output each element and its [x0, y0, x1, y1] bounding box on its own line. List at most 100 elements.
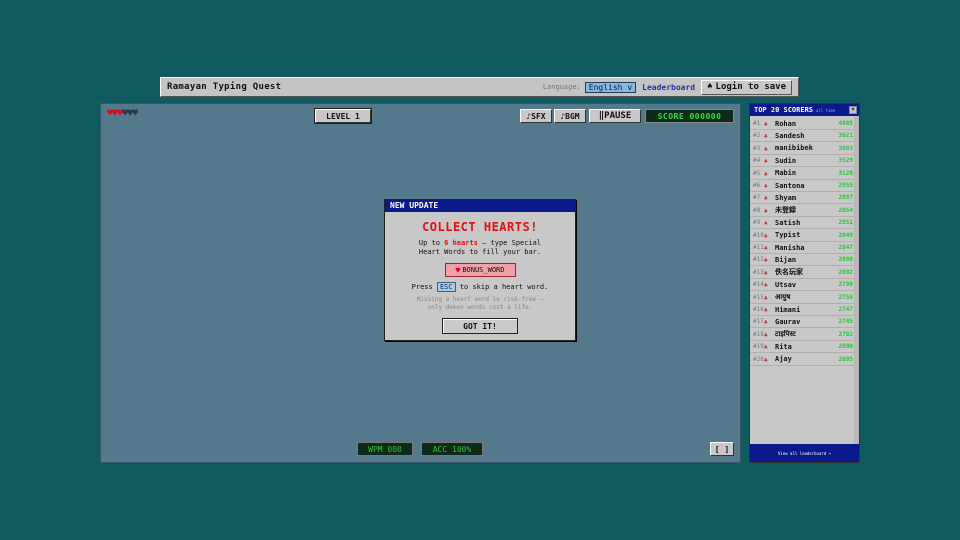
rank: #20: [753, 355, 764, 363]
rank: #17: [753, 318, 764, 326]
accuracy-display: ACC 100%: [421, 442, 483, 456]
player-score: 3621: [838, 132, 853, 140]
esc-suffix: to skip a heart word.: [459, 283, 549, 291]
leaderboard-panel: TOP 20 SCORERS all time × #1 ▲ Rohan 4085 #2…: [749, 103, 860, 463]
player-score: 2851: [838, 219, 853, 227]
flag-icon: ▲: [764, 256, 768, 264]
leaderboard-link[interactable]: Leaderboard: [642, 83, 695, 92]
top-bar: Ramayan Typing Quest Language: English v…: [160, 77, 799, 97]
update-modal: NEW UPDATE COLLECT HEARTS! Up to 6 heart…: [384, 199, 576, 341]
level-indicator: LEVEL 1: [315, 109, 371, 123]
fullscreen-button[interactable]: [ ]: [710, 442, 734, 456]
flag-icon: ▲: [764, 293, 768, 301]
leaderboard-row: #11 ▲ Manisha 2847: [750, 242, 855, 254]
flag-icon: ▲: [764, 206, 768, 214]
player-score: 2887: [838, 194, 853, 202]
sfx-button[interactable]: ♪SFX: [520, 109, 552, 123]
leaderboard-row: #8 ▲ 未登録 2854: [750, 205, 855, 217]
player-name: 未登録: [775, 206, 796, 215]
player-name: Mabin: [775, 169, 797, 178]
hearts-bar: ♥♥♥♥♥♥: [107, 108, 138, 119]
leaderboard-row: #16 ▲ Himani 2747: [750, 304, 855, 316]
leaderboard-row: #9 ▲ Satish 2851: [750, 217, 855, 230]
flag-icon: ▲: [764, 231, 768, 239]
player-score: 2702: [838, 330, 853, 338]
flag-icon: ▲: [764, 194, 768, 202]
got-it-button[interactable]: GOT IT!: [442, 318, 518, 334]
flag-icon: ▲: [764, 355, 768, 363]
player-score: 2685: [838, 355, 853, 363]
rank: #9: [753, 219, 761, 227]
rank: #11: [753, 244, 764, 251]
flag-icon: ▲: [764, 120, 768, 127]
player-score: 2849: [838, 231, 853, 239]
language-select[interactable]: English v: [584, 81, 637, 93]
app-title: Ramayan Typing Quest: [167, 82, 282, 92]
heart-icon: ♥: [132, 108, 138, 119]
rank: #14: [753, 281, 764, 289]
leaderboard-title: TOP 20 SCORERS: [754, 106, 814, 114]
rank: #1: [753, 120, 761, 127]
pause-button[interactable]: ‖PAUSE: [589, 109, 641, 123]
login-label: Login to save: [715, 82, 786, 92]
leaderboard-row: #17 ▲ Gaurav 2745: [750, 316, 855, 329]
player-score: 2790: [838, 281, 853, 289]
leaderboard-scrollbar[interactable]: [854, 116, 859, 446]
leaderboard-row: #13 ▲ 佚名玩家 2802: [750, 267, 855, 279]
player-score: 2690: [838, 343, 853, 351]
player-score: 3603: [838, 144, 853, 152]
player-name: टाइपिस्ट: [775, 329, 796, 338]
flag-icon: ▲: [764, 281, 768, 289]
player-name: Himani: [775, 305, 801, 314]
rank: #19: [753, 343, 764, 351]
language-value: English: [588, 82, 623, 92]
rank: #13: [753, 268, 764, 276]
leaderboard-row: #20 ▲ Ajay 2685: [750, 354, 855, 366]
rank: #2: [753, 132, 761, 140]
leaderboard-row: #14 ▲ Utsav 2790: [750, 279, 855, 292]
leaderboard-header: TOP 20 SCORERS all time ×: [750, 104, 859, 116]
flag-icon: ▲: [764, 157, 768, 165]
heart-icon: ♥: [455, 265, 461, 275]
player-name: आयुष: [775, 292, 791, 301]
note-line2: only demon words cost a life.: [427, 304, 533, 311]
player-score: 3529: [838, 157, 853, 165]
flag-icon: ▲: [764, 306, 768, 313]
player-name: Gaurav: [775, 317, 801, 326]
rank: #10: [753, 231, 764, 239]
flag-icon: ▲: [764, 144, 768, 152]
close-icon[interactable]: ×: [849, 106, 857, 114]
player-name: Shyam: [775, 193, 797, 202]
flag-icon: ▲: [764, 182, 768, 189]
player-score: 3128: [838, 169, 853, 177]
rank: #18: [753, 330, 764, 338]
leaderboard-row: #1 ▲ Rohan 4085: [750, 118, 855, 130]
flag-icon: ▲: [764, 169, 768, 177]
player-name: Ajay: [775, 355, 792, 364]
rank: #3: [753, 144, 761, 152]
modal-header: NEW UPDATE: [385, 200, 575, 212]
lock-icon: ♠: [707, 82, 713, 92]
bonus-word-sample: ♥ BONUS_WORD: [444, 263, 516, 277]
rank: #15: [753, 293, 764, 301]
leaderboard-row: #3 ▲ manibibek 3603: [750, 143, 855, 155]
bgm-button[interactable]: ♪BGM: [554, 109, 586, 123]
player-name: Bijan: [775, 255, 797, 264]
player-score: 2847: [838, 244, 853, 251]
login-button[interactable]: ♠ Login to save: [701, 79, 792, 95]
leaderboard-list[interactable]: #1 ▲ Rohan 4085 #2 ▲ Sandesh 3621 #3 ▲ manibibek 36…: [750, 116, 859, 446]
rank: #5: [753, 169, 761, 177]
wpm-display: WPM 000: [357, 442, 413, 456]
player-score: 2745: [838, 318, 853, 326]
leaderboard-subtitle: all time: [816, 107, 836, 113]
note-line1: Missing a heart word is risk-free —: [416, 296, 544, 303]
risk-note: Missing a heart word is risk-free — only…: [385, 296, 575, 312]
modal-title: COLLECT HEARTS!: [422, 220, 538, 234]
leaderboard-row: #12 ▲ Bijan 2808: [750, 254, 855, 267]
player-score: 4085: [838, 120, 853, 127]
player-name: Utsav: [775, 280, 797, 289]
player-name: Manisha: [775, 243, 805, 252]
rank: #4: [753, 157, 761, 165]
player-name: Santona: [775, 181, 805, 190]
view-all-link[interactable]: View all leaderboard →: [750, 444, 859, 462]
